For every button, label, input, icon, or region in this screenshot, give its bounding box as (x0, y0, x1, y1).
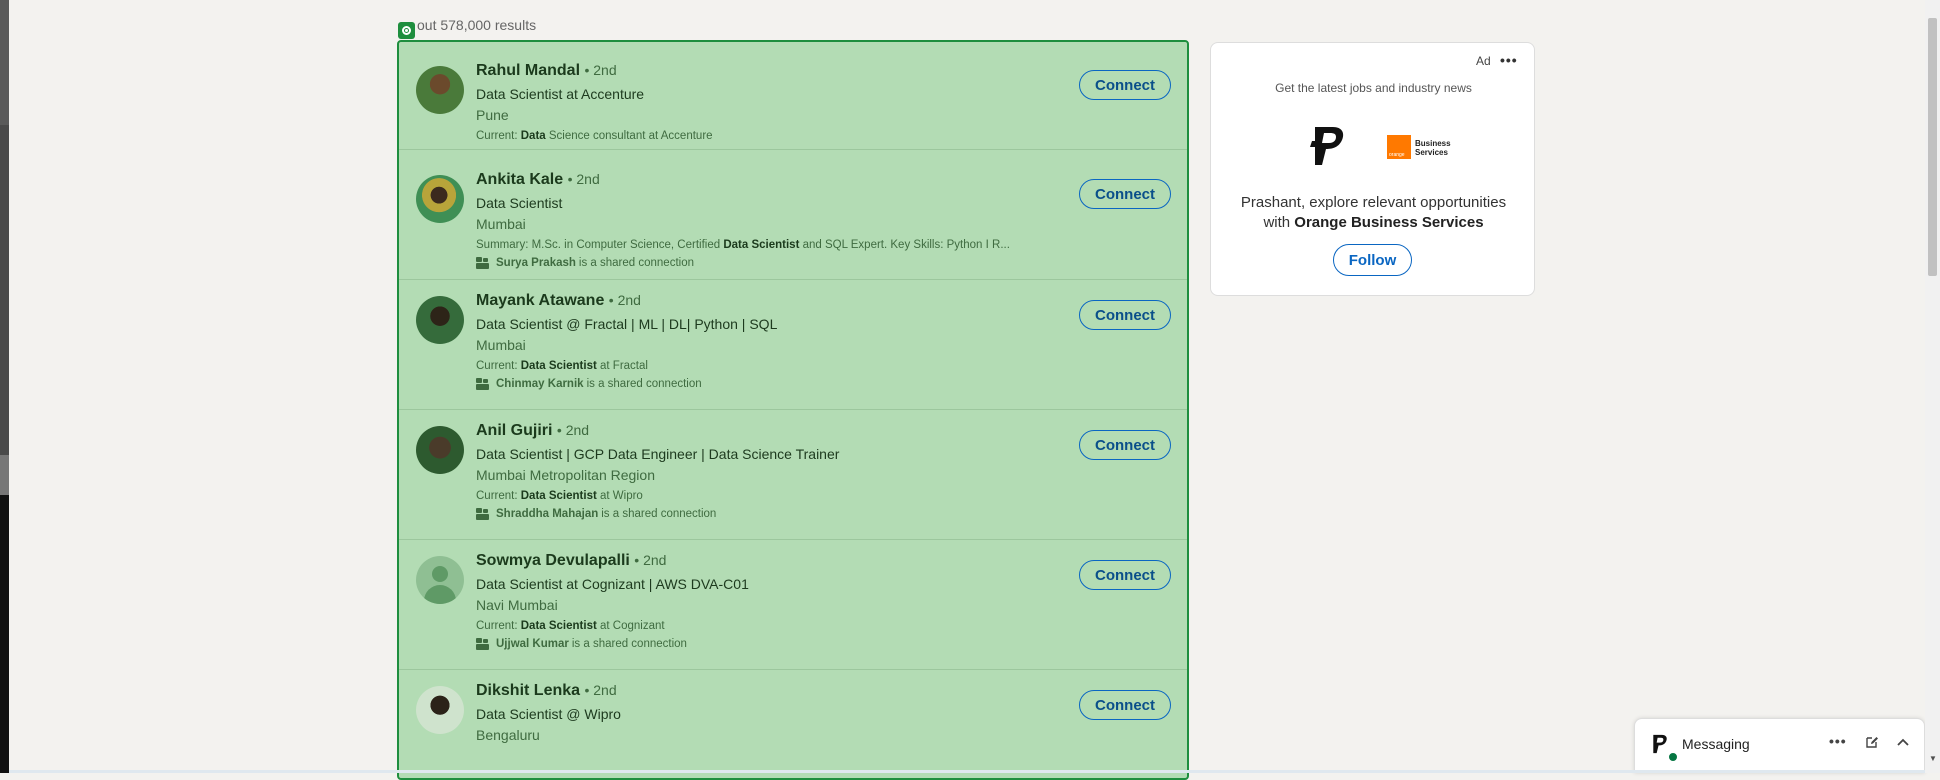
result-summary: Current: Data Scientist at Wipro (476, 490, 643, 502)
shared-connection[interactable]: Chinmay Karnik is a shared connection (476, 376, 777, 392)
scrollbar-thumb[interactable] (1928, 18, 1937, 276)
connection-degree: • 2nd (634, 552, 667, 568)
ad-card: Ad ••• Get the latest jobs and industry … (1210, 42, 1535, 296)
chevron-up-icon[interactable] (1896, 735, 1910, 749)
connection-degree: • 2nd (608, 292, 641, 308)
avatar[interactable] (416, 296, 464, 344)
shared-connection[interactable]: Surya Prakash is a shared connection (476, 255, 1010, 271)
avatar[interactable] (416, 66, 464, 114)
avatar[interactable] (416, 686, 464, 734)
result-name: Sowmya Devulapalli (476, 552, 630, 569)
result-location: Pune (476, 107, 509, 123)
result-name-line[interactable]: Dikshit Lenka • 2nd (476, 680, 621, 701)
people-icon (476, 378, 489, 390)
result-summary: Current: Data Scientist at Fractal (476, 360, 648, 372)
user-logo-icon[interactable] (1649, 733, 1671, 755)
shared-connection[interactable]: Shraddha Mahajan is a shared connection (476, 506, 839, 522)
result-location: Mumbai (476, 337, 526, 353)
company-logo-text: Business Services (1415, 139, 1451, 157)
connection-degree: • 2nd (567, 171, 600, 187)
result-location: Mumbai (476, 216, 526, 232)
connection-degree: • 2nd (556, 422, 590, 438)
result-name-line[interactable]: Ankita Kale • 2nd (476, 169, 1010, 190)
people-icon (476, 257, 489, 269)
ellipsis-icon[interactable]: ••• (1829, 733, 1847, 749)
online-status-dot (1667, 751, 1679, 763)
messaging-bar[interactable]: Messaging ••• (1634, 718, 1925, 773)
result-name: Mayank Atawane (476, 292, 605, 309)
result-summary: Summary: M.Sc. in Computer Science, Cert… (476, 239, 1010, 251)
connect-button[interactable]: Connect (1079, 300, 1171, 330)
result-location: Bengaluru (476, 727, 540, 743)
window-left-edge (0, 0, 9, 773)
avatar[interactable] (416, 175, 464, 223)
connection-degree: • 2nd (584, 682, 617, 698)
list-item: Dikshit Lenka • 2nd Data Scientist @ Wip… (399, 669, 1187, 778)
ad-label: Ad (1476, 54, 1491, 68)
list-item: Ankita Kale • 2nd Data Scientist Mumbai … (399, 149, 1187, 280)
connect-button[interactable]: Connect (1079, 690, 1171, 720)
result-headline: Data Scientist @ Fractal | ML | DL| Pyth… (476, 316, 778, 332)
messaging-label[interactable]: Messaging (1682, 736, 1750, 752)
compose-icon[interactable] (1865, 735, 1879, 749)
result-summary: Current: Data Science consultant at Acce… (476, 130, 713, 142)
result-name-line[interactable]: Rahul Mandal • 2nd (476, 60, 713, 81)
result-name: Anil Gujiri (476, 422, 553, 439)
shared-connection[interactable]: Ujjwal Kumar is a shared connection (476, 636, 749, 652)
list-item: Rahul Mandal • 2nd Data Scientist at Acc… (399, 42, 1187, 150)
avatar[interactable] (416, 556, 464, 604)
result-headline: Data Scientist | GCP Data Engineer | Dat… (476, 446, 840, 462)
result-location: Navi Mumbai (476, 597, 558, 613)
result-headline: Data Scientist (476, 195, 563, 211)
result-name: Rahul Mandal (476, 62, 581, 79)
scroll-down-icon[interactable]: ▼ (1929, 754, 1937, 763)
result-location: Mumbai Metropolitan Region (476, 467, 655, 483)
result-summary: Current: Data Scientist at Cognizant (476, 620, 665, 632)
page-scrollbar[interactable]: ▼ (1925, 0, 1940, 773)
ad-copy: Prashant, explore relevant opportunities… (1240, 194, 1507, 231)
result-name-line[interactable]: Mayank Atawane • 2nd (476, 290, 777, 311)
target-marker-icon (398, 22, 415, 39)
people-icon (476, 638, 489, 650)
ellipsis-icon[interactable]: ••• (1500, 52, 1518, 68)
user-logo-icon[interactable] (1309, 123, 1349, 169)
orange-logo[interactable]: orange (1387, 135, 1411, 159)
result-name: Dikshit Lenka (476, 682, 581, 699)
avatar[interactable] (416, 426, 464, 474)
list-item: Mayank Atawane • 2nd Data Scientist @ Fr… (399, 279, 1187, 410)
ad-tagline: Get the latest jobs and industry news (1275, 81, 1472, 95)
connection-degree: • 2nd (584, 62, 617, 78)
follow-button[interactable]: Follow (1333, 244, 1412, 276)
search-results-list: Rahul Mandal • 2nd Data Scientist at Acc… (397, 40, 1189, 780)
connect-button[interactable]: Connect (1079, 70, 1171, 100)
connect-button[interactable]: Connect (1079, 179, 1171, 209)
result-headline: Data Scientist at Accenture (476, 86, 645, 102)
people-icon (476, 508, 489, 520)
connect-button[interactable]: Connect (1079, 560, 1171, 590)
result-name-line[interactable]: Sowmya Devulapalli • 2nd (476, 550, 749, 571)
result-headline: Data Scientist @ Wipro (476, 706, 621, 722)
result-name-line[interactable]: Anil Gujiri • 2nd (476, 420, 839, 441)
connect-button[interactable]: Connect (1079, 430, 1171, 460)
results-count: out 578,000 results (417, 17, 537, 33)
list-item: Anil Gujiri • 2nd Data Scientist | GCP D… (399, 409, 1187, 540)
list-item: Sowmya Devulapalli • 2nd Data Scientist … (399, 539, 1187, 670)
result-headline: Data Scientist at Cognizant | AWS DVA-C0… (476, 576, 749, 592)
result-name: Ankita Kale (476, 171, 564, 188)
